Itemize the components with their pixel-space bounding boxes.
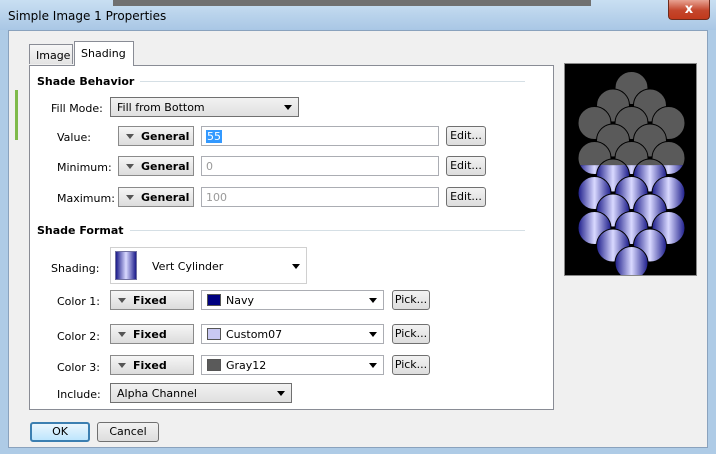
color1-mode-button[interactable]: Fixed	[110, 290, 194, 310]
chevron-down-icon	[369, 363, 377, 368]
color1-label: Color 1:	[57, 295, 100, 308]
close-icon: x	[684, 2, 694, 17]
tab-shading[interactable]: Shading	[74, 41, 134, 66]
fill-mode-select[interactable]: Fill from Bottom	[110, 97, 299, 117]
color3-swatch	[207, 359, 221, 371]
color3-mode-button[interactable]: Fixed	[110, 355, 194, 375]
chevron-down-icon	[369, 298, 377, 303]
color3-name: Gray12	[226, 359, 267, 372]
color1-pick-label: Pick...	[394, 293, 428, 306]
shading-tab-panel: Shade Behavior Fill Mode: Fill from Bott…	[29, 65, 554, 410]
cancel-button[interactable]: Cancel	[97, 422, 159, 442]
value-mode-label: General	[141, 130, 190, 143]
value-mode-button[interactable]: General	[118, 126, 194, 146]
value-edit-label: Edit...	[450, 129, 482, 142]
minimum-input-text: 0	[206, 160, 213, 173]
color3-select[interactable]: Gray12	[201, 355, 384, 375]
shade-behavior-title: Shade Behavior	[37, 75, 141, 88]
minimum-mode-button[interactable]: General	[118, 156, 194, 176]
dropdown-triangle-icon	[126, 164, 134, 169]
maximum-input-text: 100	[206, 191, 227, 204]
maximum-input[interactable]: 100	[201, 187, 439, 207]
ok-button[interactable]: OK	[30, 422, 90, 442]
dialog-window: Simple Image 1 Properties x Image Shadin…	[0, 0, 716, 454]
vert-cylinder-icon	[115, 251, 137, 280]
minimum-input[interactable]: 0	[201, 156, 439, 176]
close-button[interactable]: x	[668, 0, 710, 20]
chevron-down-icon	[277, 391, 285, 396]
value-edit-button[interactable]: Edit...	[446, 126, 486, 146]
color2-mode-label: Fixed	[133, 328, 167, 341]
minimum-edit-button[interactable]: Edit...	[446, 156, 486, 176]
minimum-mode-label: General	[141, 160, 190, 173]
chevron-down-icon	[369, 332, 377, 337]
color2-mode-button[interactable]: Fixed	[110, 324, 194, 344]
tab-image[interactable]: Image	[29, 44, 73, 64]
include-select[interactable]: Alpha Channel	[110, 383, 292, 403]
color2-swatch	[207, 328, 221, 340]
color3-mode-label: Fixed	[133, 359, 167, 372]
maximum-edit-button[interactable]: Edit...	[446, 187, 486, 207]
color1-select[interactable]: Navy	[201, 290, 384, 310]
title-bar-decoration	[113, 0, 591, 6]
value-input[interactable]: 55	[201, 126, 439, 146]
dropdown-triangle-icon	[118, 332, 126, 337]
left-edge-accent	[15, 90, 18, 140]
color1-swatch	[207, 294, 221, 306]
value-label: Value:	[57, 131, 91, 144]
shade-format-title: Shade Format	[37, 224, 130, 237]
shading-style-value: Vert Cylinder	[152, 260, 224, 273]
minimum-label: Minimum:	[57, 161, 112, 174]
tab-image-label: Image	[36, 49, 71, 62]
value-input-text: 55	[206, 130, 222, 143]
maximum-edit-label: Edit...	[450, 190, 482, 203]
fill-mode-label: Fill Mode:	[51, 102, 103, 115]
color2-pick-label: Pick...	[394, 327, 428, 340]
dropdown-triangle-icon	[118, 298, 126, 303]
fill-mode-value: Fill from Bottom	[117, 101, 205, 114]
tab-shading-label: Shading	[81, 47, 126, 60]
dropdown-triangle-icon	[118, 363, 126, 368]
shading-preview	[564, 63, 697, 276]
preview-circle-filled	[614, 246, 649, 275]
color2-name: Custom07	[226, 328, 283, 341]
cancel-label: Cancel	[109, 425, 147, 438]
color1-pick-button[interactable]: Pick...	[392, 290, 430, 310]
color2-select[interactable]: Custom07	[201, 324, 384, 344]
color3-pick-button[interactable]: Pick...	[392, 355, 430, 375]
color2-pick-button[interactable]: Pick...	[392, 324, 430, 344]
color3-pick-label: Pick...	[394, 358, 428, 371]
chevron-down-icon	[292, 264, 300, 269]
color1-mode-label: Fixed	[133, 294, 167, 307]
maximum-label: Maximum:	[57, 192, 115, 205]
chevron-down-icon	[284, 105, 292, 110]
include-value: Alpha Channel	[117, 387, 197, 400]
ok-label: OK	[52, 425, 68, 438]
dropdown-triangle-icon	[126, 195, 134, 200]
shading-style-select[interactable]: Vert Cylinder	[110, 247, 307, 284]
maximum-mode-label: General	[141, 191, 190, 204]
color1-name: Navy	[226, 294, 254, 307]
title-bar[interactable]: Simple Image 1 Properties x	[0, 0, 716, 30]
shading-label: Shading:	[51, 262, 100, 275]
minimum-edit-label: Edit...	[450, 159, 482, 172]
color3-label: Color 3:	[57, 361, 100, 374]
dropdown-triangle-icon	[126, 134, 134, 139]
window-title: Simple Image 1 Properties	[8, 9, 167, 23]
include-label: Include:	[57, 388, 101, 401]
preview-graphic	[577, 71, 686, 275]
maximum-mode-button[interactable]: General	[118, 187, 194, 207]
color2-label: Color 2:	[57, 330, 100, 343]
